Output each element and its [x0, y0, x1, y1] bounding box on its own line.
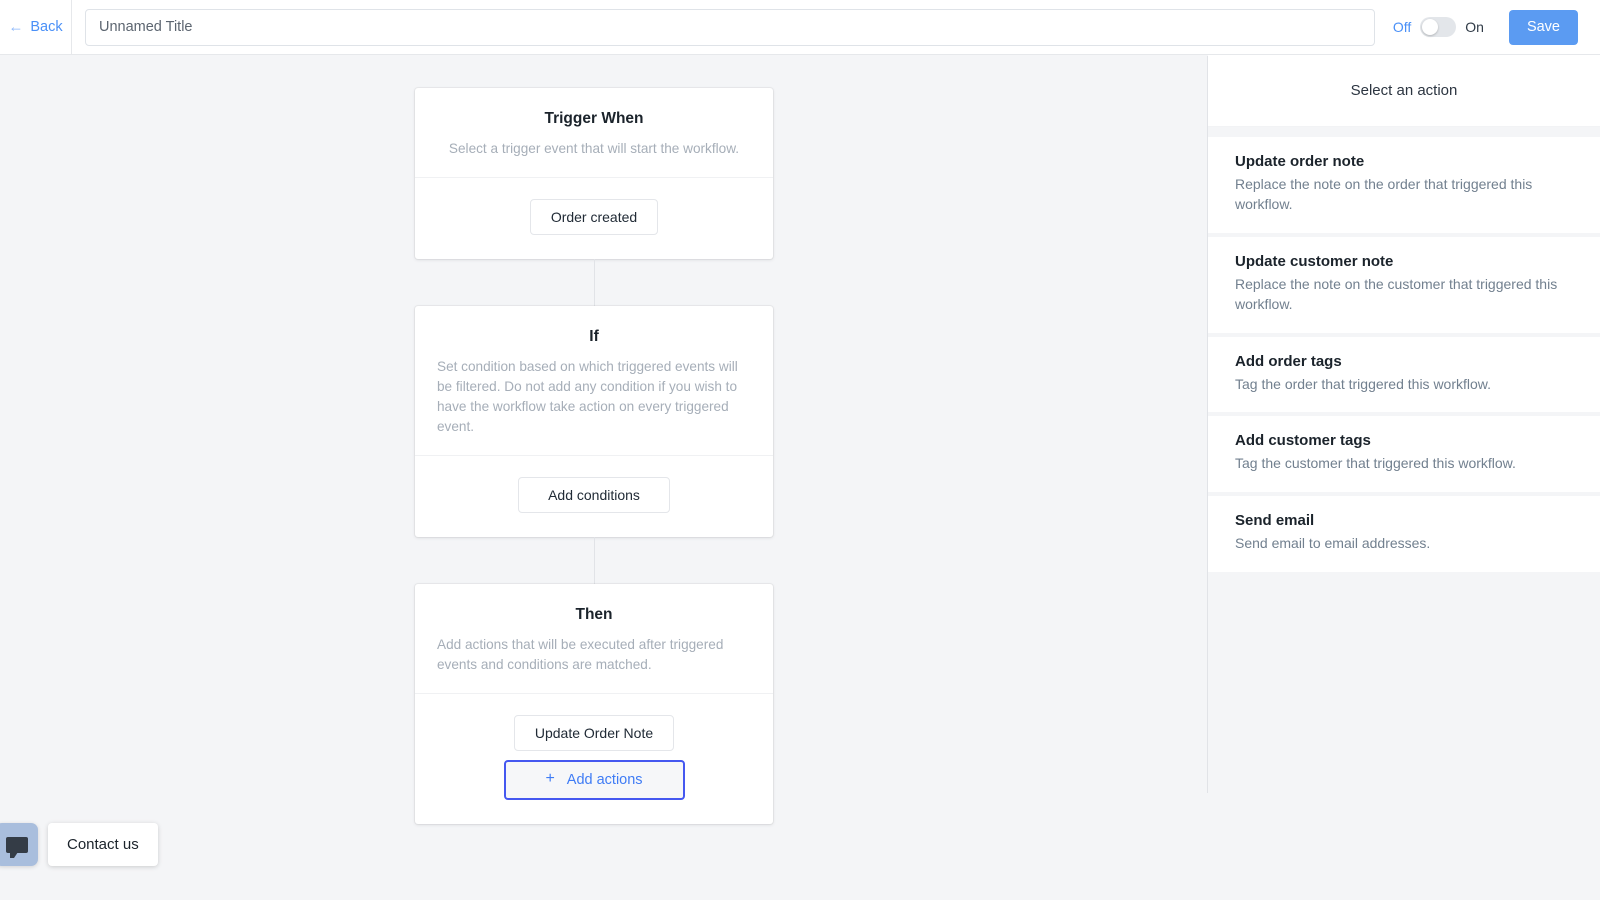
top-bar: ← Back Off On Save [0, 0, 1600, 55]
panel-title: Select an action [1350, 82, 1458, 99]
action-option-description: Tag the customer that triggered this wor… [1235, 455, 1516, 472]
workflow-enable-toggle-group: Off On [1393, 17, 1484, 37]
action-option[interactable]: Update customer note Replace the note on … [1208, 236, 1600, 333]
action-option[interactable]: Add customer tags Tag the customer that t… [1208, 416, 1600, 493]
action-card-header: Then Add actions that will be executed a… [415, 584, 773, 693]
action-option-name: Add order tags [1235, 352, 1342, 370]
save-button[interactable]: Save [1508, 9, 1578, 45]
panel-divider [1207, 56, 1208, 793]
back-button-label: Back [30, 19, 63, 35]
action-option-name: Add customer tags [1235, 432, 1371, 450]
chat-bubble-glyph [5, 836, 28, 858]
contact-widget: Contact us [0, 823, 158, 866]
condition-card-header: If Set condition based on which triggere… [415, 306, 773, 455]
chat-bubble-icon[interactable] [0, 823, 38, 866]
add-conditions-button[interactable]: Add conditions [518, 476, 670, 513]
action-card-title: Then [575, 605, 613, 623]
contact-us-button[interactable]: Contact us [48, 823, 158, 866]
trigger-card-description: Select a trigger event that will start t… [448, 141, 740, 156]
action-option[interactable]: Update order note Replace the note on the… [1208, 137, 1600, 233]
trigger-card-body: Order created [415, 176, 773, 259]
action-option-description: Send email to email addresses. [1235, 535, 1431, 552]
condition-card-description: Set condition based on which triggered e… [437, 358, 738, 434]
panel-header: Select an action [1208, 55, 1600, 127]
action-option[interactable]: Add order tags Tag the order that trigger… [1208, 336, 1600, 413]
action-card-body: Update Order Note + Add actions [415, 692, 773, 824]
trigger-card-header: Trigger When Select a trigger event that… [415, 88, 773, 177]
toggle-knob [1422, 19, 1439, 35]
back-button[interactable]: ← Back [0, 0, 72, 55]
trigger-card: Trigger When Select a trigger event that… [415, 88, 773, 259]
workflow-canvas: Trigger When Select a trigger event that… [0, 55, 1208, 900]
selected-action-button[interactable]: Update Order Note [513, 714, 675, 751]
action-option-name: Update order note [1235, 153, 1365, 170]
condition-card: If Set condition based on which triggere… [415, 305, 773, 537]
workflow-flow: Trigger When Select a trigger event that… [415, 88, 773, 824]
add-actions-label: Add actions [566, 771, 643, 788]
action-option[interactable]: Send email Send email to email addresses. [1208, 496, 1600, 573]
toggle-label-on: On [1465, 19, 1484, 35]
workflow-title-input[interactable] [85, 8, 1375, 46]
action-selection-panel: Select an action Update order note Replac… [1208, 55, 1600, 900]
trigger-card-title: Trigger When [544, 110, 644, 127]
condition-card-body: Add conditions [415, 454, 773, 537]
action-option-description: Replace the note on the customer that tr… [1235, 275, 1558, 312]
action-card: Then Add actions that will be executed a… [415, 583, 773, 824]
action-card-description: Add actions that will be executed after … [437, 636, 724, 672]
toggle-label-off: Off [1392, 19, 1412, 35]
arrow-left-icon: ← [8, 18, 24, 35]
action-option-description: Tag the order that triggered this workfl… [1235, 375, 1492, 392]
action-option-description: Replace the note on the order that trigg… [1235, 176, 1533, 212]
action-option-name: Update customer note [1235, 252, 1394, 270]
flow-connector-trigger-to-if [593, 258, 595, 306]
add-actions-button[interactable]: + Add actions [503, 759, 685, 800]
workflow-title-wrapper [72, 8, 1393, 46]
workflow-enable-toggle[interactable] [1420, 17, 1457, 37]
trigger-event-button[interactable]: Order created [529, 198, 659, 235]
plus-icon: + [545, 769, 555, 787]
action-option-list: Update order note Replace the note on the… [1208, 127, 1600, 573]
action-option-name: Send email [1235, 512, 1315, 530]
condition-card-title: If [589, 327, 599, 345]
flow-connector-if-to-then [593, 536, 595, 584]
